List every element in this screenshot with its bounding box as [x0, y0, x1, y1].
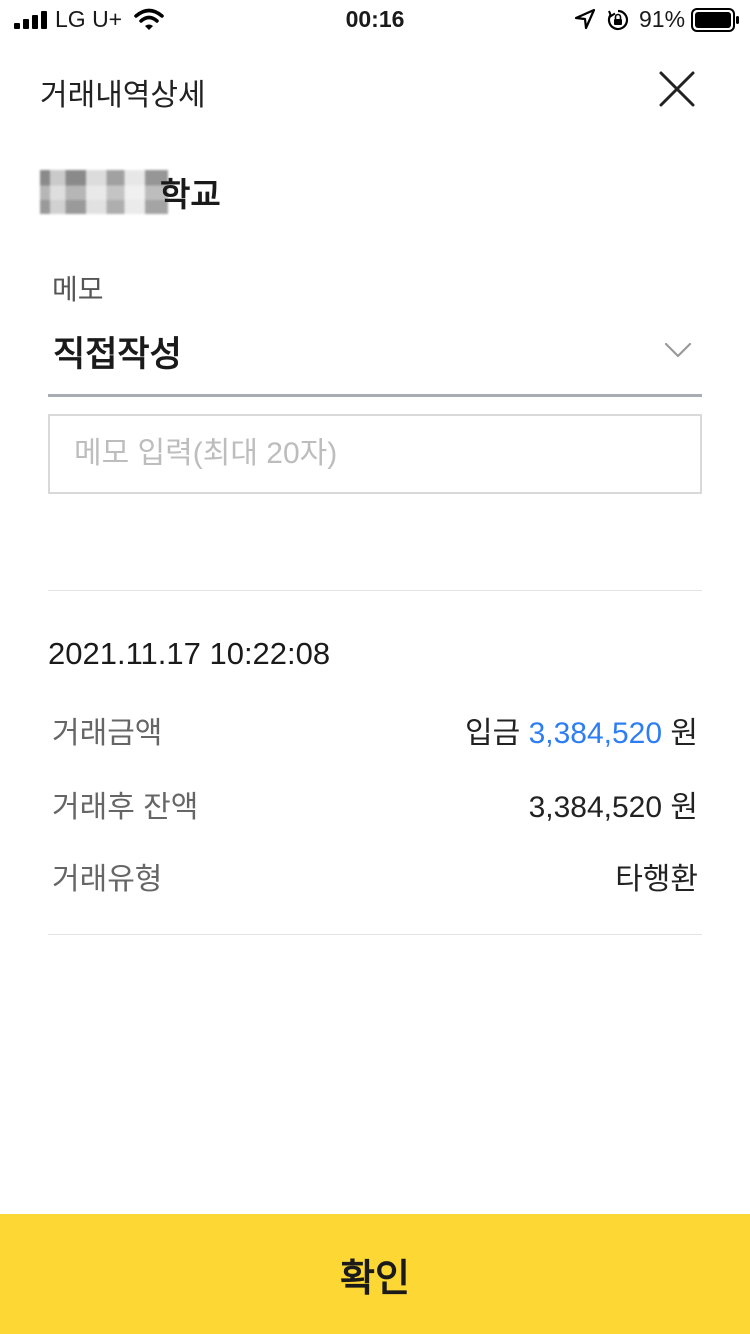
currency-unit: 원 — [670, 791, 698, 824]
amount-label: 거래금액 — [52, 717, 163, 750]
battery-percentage: 91% — [639, 6, 686, 32]
type-value: 타행환 — [615, 863, 698, 896]
balance-value: 3,384,520 원 — [529, 782, 698, 826]
select-underline — [48, 394, 702, 397]
masked-account-name — [40, 170, 168, 214]
currency-unit: 원 — [670, 717, 698, 750]
balance-label: 거래후 잔액 — [52, 791, 199, 824]
clock: 00:16 — [345, 6, 405, 32]
status-bar: LG U+ 00:16 91% — [0, 0, 750, 40]
deposit-type: 입금 — [465, 717, 521, 750]
account-name: 학교 — [160, 176, 221, 213]
divider — [48, 934, 702, 935]
memo-type-select[interactable]: 직접작성 — [48, 320, 702, 398]
chevron-down-icon — [664, 342, 692, 358]
confirm-label: 확인 — [340, 1257, 410, 1300]
balance-number: 3,384,520 — [528, 791, 663, 824]
divider — [48, 590, 702, 591]
amount-number: 3,384,520 — [528, 717, 663, 750]
memo-selected-option: 직접작성 — [53, 335, 182, 374]
page-title: 거래내역상세 — [40, 79, 206, 112]
battery-icon — [691, 8, 739, 32]
type-label: 거래유형 — [52, 863, 163, 896]
location-arrow-icon — [574, 8, 596, 30]
memo-label: 메모 — [52, 274, 104, 305]
transaction-datetime: 2021.11.17 10:22:08 — [48, 636, 331, 671]
rotation-lock-icon — [607, 9, 629, 31]
close-icon[interactable] — [652, 64, 702, 114]
confirm-button[interactable]: 확인 — [0, 1214, 750, 1334]
memo-input[interactable] — [48, 414, 702, 494]
amount-value: 입금 3,384,520 원 — [465, 708, 698, 752]
